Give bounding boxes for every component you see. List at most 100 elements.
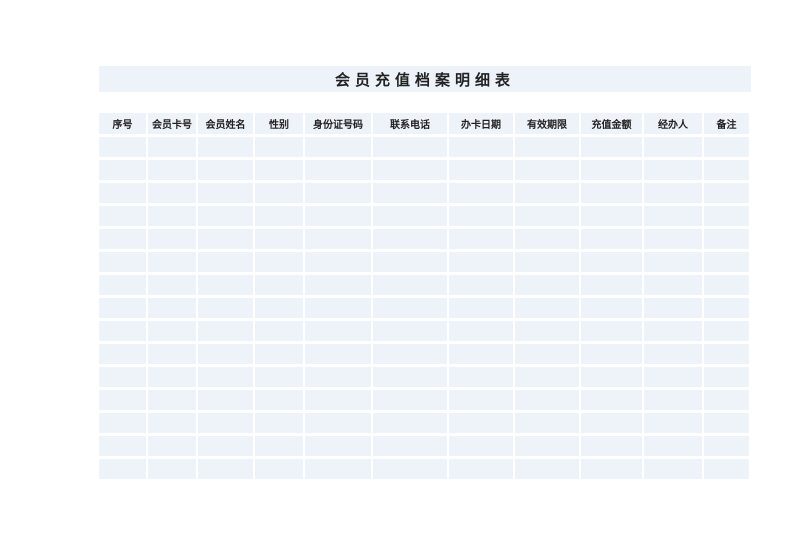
table-cell[interactable] (515, 390, 579, 410)
table-cell[interactable] (305, 459, 371, 479)
table-cell[interactable] (99, 252, 146, 272)
table-cell[interactable] (305, 275, 371, 295)
table-cell[interactable] (644, 321, 702, 341)
table-cell[interactable] (305, 183, 371, 203)
table-cell[interactable] (644, 390, 702, 410)
table-cell[interactable] (99, 459, 146, 479)
table-cell[interactable] (305, 413, 371, 433)
table-cell[interactable] (515, 367, 579, 387)
table-cell[interactable] (373, 252, 447, 272)
table-cell[interactable] (644, 183, 702, 203)
table-cell[interactable] (198, 160, 253, 180)
table-cell[interactable] (99, 321, 146, 341)
table-cell[interactable] (704, 413, 749, 433)
table-cell[interactable] (373, 298, 447, 318)
table-cell[interactable] (581, 367, 642, 387)
table-cell[interactable] (305, 137, 371, 157)
table-cell[interactable] (581, 229, 642, 249)
table-cell[interactable] (255, 298, 303, 318)
table-cell[interactable] (373, 390, 447, 410)
table-cell[interactable] (99, 344, 146, 364)
table-cell[interactable] (255, 137, 303, 157)
table-cell[interactable] (704, 344, 749, 364)
table-cell[interactable] (305, 298, 371, 318)
table-cell[interactable] (255, 459, 303, 479)
table-cell[interactable] (198, 367, 253, 387)
table-cell[interactable] (148, 390, 196, 410)
table-cell[interactable] (581, 252, 642, 272)
table-cell[interactable] (373, 344, 447, 364)
table-cell[interactable] (148, 459, 196, 479)
table-cell[interactable] (515, 183, 579, 203)
table-cell[interactable] (305, 252, 371, 272)
table-cell[interactable] (704, 367, 749, 387)
table-cell[interactable] (99, 367, 146, 387)
table-cell[interactable] (99, 206, 146, 226)
table-cell[interactable] (449, 183, 513, 203)
table-cell[interactable] (515, 413, 579, 433)
table-cell[interactable] (148, 183, 196, 203)
table-cell[interactable] (148, 275, 196, 295)
table-cell[interactable] (515, 160, 579, 180)
table-cell[interactable] (515, 344, 579, 364)
table-cell[interactable] (99, 390, 146, 410)
table-cell[interactable] (373, 137, 447, 157)
table-cell[interactable] (449, 413, 513, 433)
table-cell[interactable] (148, 229, 196, 249)
table-cell[interactable] (305, 321, 371, 341)
table-cell[interactable] (449, 137, 513, 157)
table-cell[interactable] (148, 137, 196, 157)
table-cell[interactable] (373, 160, 447, 180)
table-cell[interactable] (305, 206, 371, 226)
table-cell[interactable] (148, 436, 196, 456)
table-cell[interactable] (449, 344, 513, 364)
table-cell[interactable] (704, 275, 749, 295)
table-cell[interactable] (704, 298, 749, 318)
table-cell[interactable] (305, 160, 371, 180)
table-cell[interactable] (704, 390, 749, 410)
table-cell[interactable] (644, 137, 702, 157)
table-cell[interactable] (255, 275, 303, 295)
table-cell[interactable] (704, 206, 749, 226)
table-cell[interactable] (99, 229, 146, 249)
table-cell[interactable] (704, 137, 749, 157)
table-cell[interactable] (255, 344, 303, 364)
table-cell[interactable] (148, 206, 196, 226)
table-cell[interactable] (644, 344, 702, 364)
table-cell[interactable] (704, 252, 749, 272)
table-cell[interactable] (644, 206, 702, 226)
table-cell[interactable] (373, 436, 447, 456)
table-cell[interactable] (515, 275, 579, 295)
table-cell[interactable] (255, 183, 303, 203)
table-cell[interactable] (198, 229, 253, 249)
table-cell[interactable] (198, 183, 253, 203)
table-cell[interactable] (449, 321, 513, 341)
table-cell[interactable] (449, 367, 513, 387)
table-cell[interactable] (644, 459, 702, 479)
table-cell[interactable] (704, 160, 749, 180)
table-cell[interactable] (515, 252, 579, 272)
table-cell[interactable] (449, 275, 513, 295)
table-cell[interactable] (198, 252, 253, 272)
table-cell[interactable] (704, 229, 749, 249)
table-cell[interactable] (198, 206, 253, 226)
table-cell[interactable] (581, 275, 642, 295)
table-cell[interactable] (373, 229, 447, 249)
table-cell[interactable] (581, 206, 642, 226)
table-cell[interactable] (198, 436, 253, 456)
table-cell[interactable] (99, 436, 146, 456)
table-cell[interactable] (255, 413, 303, 433)
table-cell[interactable] (644, 160, 702, 180)
table-cell[interactable] (148, 413, 196, 433)
table-cell[interactable] (515, 137, 579, 157)
table-cell[interactable] (515, 436, 579, 456)
table-cell[interactable] (581, 137, 642, 157)
table-cell[interactable] (644, 298, 702, 318)
table-cell[interactable] (148, 160, 196, 180)
table-cell[interactable] (99, 137, 146, 157)
table-cell[interactable] (644, 275, 702, 295)
table-cell[interactable] (99, 413, 146, 433)
table-cell[interactable] (704, 183, 749, 203)
table-cell[interactable] (148, 252, 196, 272)
table-cell[interactable] (305, 436, 371, 456)
